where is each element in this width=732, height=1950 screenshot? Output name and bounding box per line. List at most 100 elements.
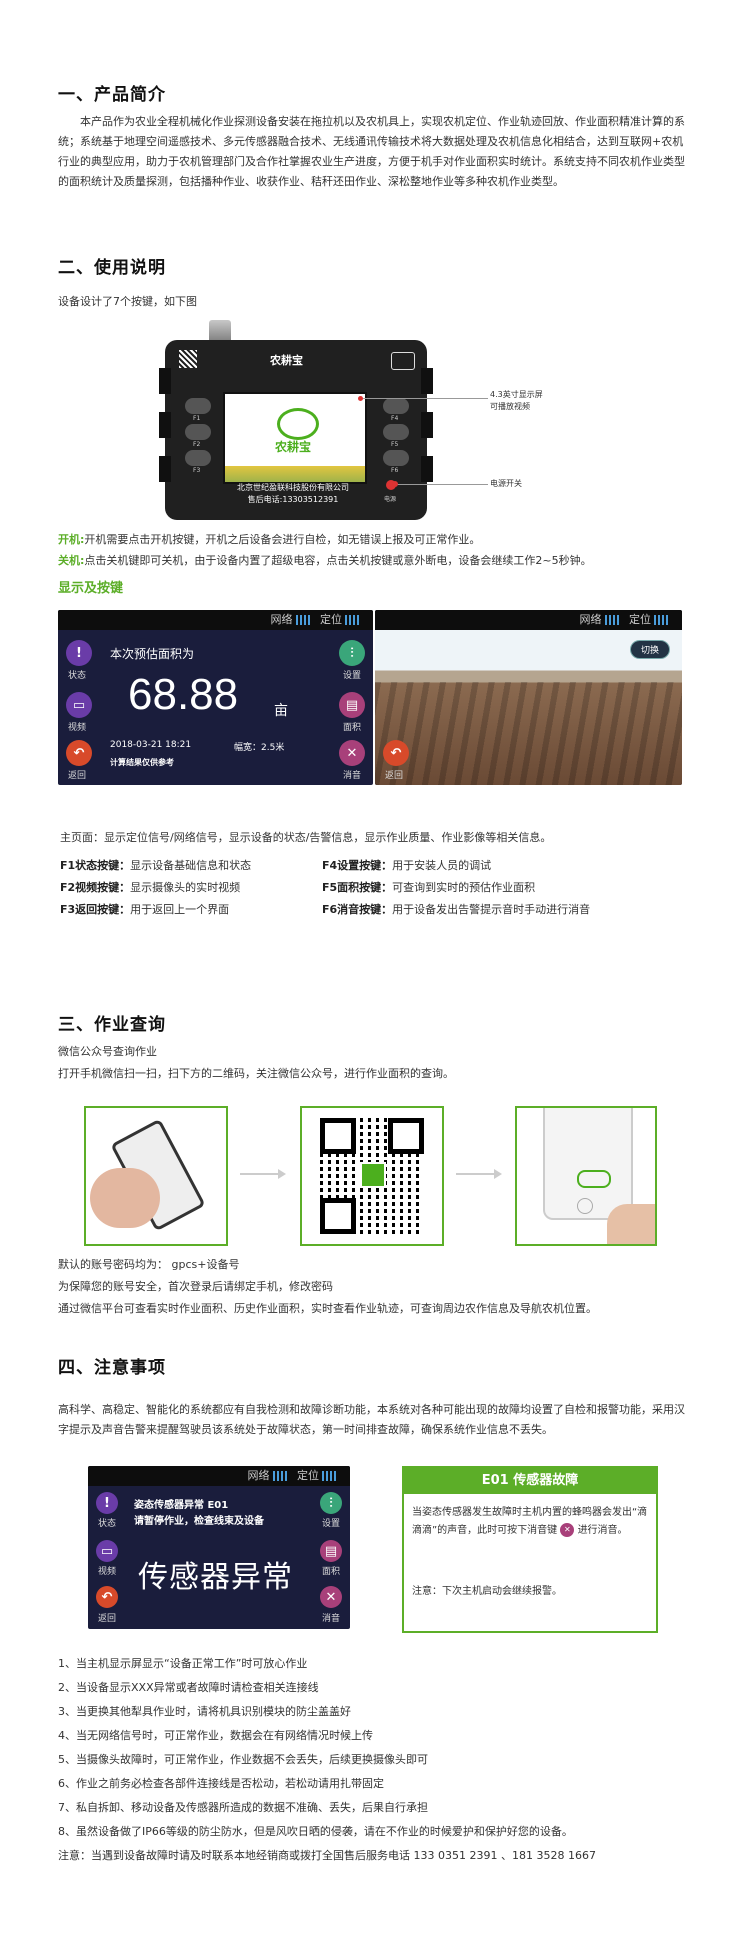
video-button[interactable]: ▭ — [66, 692, 92, 718]
list-item: 3、当更换其他犁具作业时，请将机具识别模块的防尘盖盖好 — [58, 1705, 351, 1718]
device-screen: 农耕宝 — [223, 392, 367, 484]
key-f6-desc: 用于设备发出告警提示音时手动进行消音 — [392, 903, 591, 916]
list-item: 4、当无网络信号时，可正常作业，数据会在有网络情况时候上传 — [58, 1729, 373, 1742]
phone-scan-image — [84, 1106, 228, 1246]
fault-screen: 网络 定位 ! 状态 ▭ 视频 ↶ 返回 ⫶ 设置 ▤ 面积 ✕ 消音 姿态传感… — [88, 1466, 350, 1629]
device-brand: 农耕宝 — [270, 354, 303, 367]
signal-icon — [654, 615, 668, 625]
gps-label: 定位 — [629, 613, 651, 626]
list-item: 5、当摄像头故障时，可正常作业，作业数据不会丢失，后续更换摄像头即可 — [58, 1753, 428, 1766]
field-strip — [225, 466, 365, 482]
arrow-icon — [456, 1169, 502, 1179]
main-page-desc: 主页面：显示定位信号/网络信号，显示设备的状态/告警信息，显示作业质量、作业影像… — [60, 831, 552, 844]
screen-logo-text: 农耕宝 — [275, 440, 312, 454]
arrow-icon — [240, 1169, 286, 1179]
video-screen: 网络 定位 切换 ↶ 返回 — [375, 610, 682, 785]
status-label: 状态 — [97, 1519, 116, 1529]
mute-button[interactable]: ✕ — [320, 1586, 342, 1608]
power-on-text: 开机需要点击开机按键，开机之后设备会进行自检，如无错误上报及可正常作业。 — [84, 533, 481, 546]
back-button[interactable]: ↶ — [96, 1586, 118, 1608]
key-f2: F2 — [193, 441, 201, 448]
video-label: 视频 — [67, 723, 86, 733]
key-f5-name: F5面积按键： — [322, 881, 393, 894]
area-headline: 本次预估面积为 — [110, 647, 195, 661]
list-item: 2、当设备显示XXX异常或者故障时请检查相关连接线 — [58, 1681, 319, 1694]
home-screen: 网络 定位 ! 状态 ▭ 视频 ↶ 返回 ⫶ 设置 ▤ 面积 ✕ 消音 本次预估… — [58, 610, 373, 785]
key-f4-desc: 用于安装人员的调试 — [392, 859, 492, 872]
network-label: 网络 — [270, 613, 293, 626]
area-label: 面积 — [321, 1567, 340, 1577]
power-on-row: 开机:开机需要点击开机按键，开机之后设备会进行自检，如无错误上报及可正常作业。 — [58, 530, 480, 550]
status-bar: 网络 定位 — [375, 610, 682, 630]
precautions-list: 1、当主机显示屏显示“设备正常工作”时可放心作业 2、当设备显示XXX异常或者故… — [58, 1652, 698, 1868]
fault-intro: 高科学、高稳定、智能化的系统都应有自我检测和故障诊断功能，本系统对各种可能出现的… — [58, 1403, 685, 1436]
settings-button[interactable]: ⫶ — [339, 640, 365, 666]
service-note: 注意：当遇到设备故障时请及时联系本地经销商或拨打全国售后服务电话 133 035… — [58, 1849, 596, 1862]
back-button[interactable]: ↶ — [383, 740, 409, 766]
qr-logo-icon — [360, 1162, 386, 1188]
list-item: 6、作业之前务必检查各部件连接线是否松动，若松动请用扎带固定 — [58, 1777, 384, 1790]
device-qr-code — [179, 350, 197, 368]
network-label: 网络 — [247, 1469, 270, 1482]
key-f3-name: F3返回按键： — [60, 903, 131, 916]
switch-button[interactable]: 切换 — [630, 640, 671, 659]
fault-box: E01 传感器故障 当姿态传感器发生故障时主机内置的蜂鸣器会发出“滴滴滴”的声音… — [402, 1466, 658, 1633]
key-f2-name: F2视频按键： — [60, 881, 131, 894]
settings-label: 设置 — [321, 1519, 340, 1529]
area-button[interactable]: ▤ — [320, 1540, 342, 1562]
status-button[interactable]: ! — [66, 640, 92, 666]
mute-button[interactable]: ✕ — [339, 740, 365, 766]
back-label: 返回 — [384, 771, 403, 781]
gps-label: 定位 — [320, 613, 342, 626]
key-f5-desc: 可查询到实时的预估作业面积 — [392, 881, 536, 894]
back-button[interactable]: ↶ — [66, 740, 92, 766]
key-f6: F6 — [391, 467, 399, 474]
list-item: 7、私自拆卸、移动设备及传感器所造成的数据不准确、丢失，后果自行承担 — [58, 1801, 428, 1814]
key-f4-name: F4设置按键： — [322, 859, 393, 872]
datetime: 2018-03-21 18:21 — [110, 740, 192, 750]
power-label: 电源 — [384, 496, 397, 503]
key-f1-desc: 显示设备基础信息和状态 — [130, 859, 252, 872]
signal-icon — [272, 1471, 287, 1481]
mute-icon: ✕ — [560, 1523, 575, 1537]
fault-box-desc2: 进行消音。 — [577, 1525, 628, 1536]
fault-line1: 姿态传感器异常 E01 — [134, 1500, 229, 1511]
home-button-icon — [577, 1198, 593, 1214]
key-f1-name: F1状态按键： — [60, 859, 131, 872]
power-off-text: 点击关机键即可关机，由于设备内置了超级电容，点击关机按键或意外断电，设备会继续工… — [84, 554, 592, 567]
area-unit: 亩 — [274, 703, 288, 719]
signal-icon — [604, 615, 619, 625]
section2-title: 二、使用说明 — [58, 258, 166, 278]
status-button[interactable]: ! — [96, 1492, 118, 1514]
status-label: 状态 — [67, 671, 86, 681]
fault-box-title: E01 传感器故障 — [404, 1468, 656, 1494]
menu-highlight — [577, 1170, 611, 1188]
key-f3: F3 — [193, 467, 201, 474]
key-f3-desc: 用于返回上一个界面 — [130, 903, 230, 916]
work-width: 幅宽：2.5米 — [234, 743, 285, 753]
area-button[interactable]: ▤ — [339, 692, 365, 718]
wechat-query-label: 微信公众号查询作业 — [58, 1045, 157, 1058]
status-bar: 网络 定位 — [58, 610, 373, 630]
phone-menu-image — [515, 1106, 657, 1246]
video-button[interactable]: ▭ — [96, 1540, 118, 1562]
key-f6-name: F6消音按键： — [322, 903, 393, 916]
key-f4: F4 — [391, 415, 399, 422]
area-label: 面积 — [342, 723, 361, 733]
settings-button[interactable]: ⫶ — [320, 1492, 342, 1514]
fault-line2: 请暂停作业，检查线束及设备 — [134, 1516, 264, 1527]
power-off-label: 关机: — [58, 554, 85, 567]
beidou-logo — [391, 352, 415, 370]
gps-label: 定位 — [297, 1469, 319, 1482]
signal-icon — [295, 615, 310, 625]
status-bar: 网络 定位 — [88, 1466, 350, 1486]
signal-icon — [322, 1471, 336, 1481]
back-label: 返回 — [67, 771, 86, 781]
callout-line-power — [395, 484, 488, 485]
callout-line-screen — [360, 398, 488, 399]
wechat-query-steps: 打开手机微信扫一扫，扫下方的二维码，关注微信公众号，进行作业面积的查询。 — [58, 1067, 454, 1080]
section1-title: 一、产品简介 — [58, 85, 166, 105]
callout-power: 电源开关 — [490, 479, 522, 488]
default-account: 默认的账号密码均为： gpcs+设备号 — [58, 1258, 240, 1271]
list-item: 8、虽然设备做了IP66等级的防尘防水，但是风吹日晒的侵袭，请在不作业的时候爱护… — [58, 1825, 573, 1838]
